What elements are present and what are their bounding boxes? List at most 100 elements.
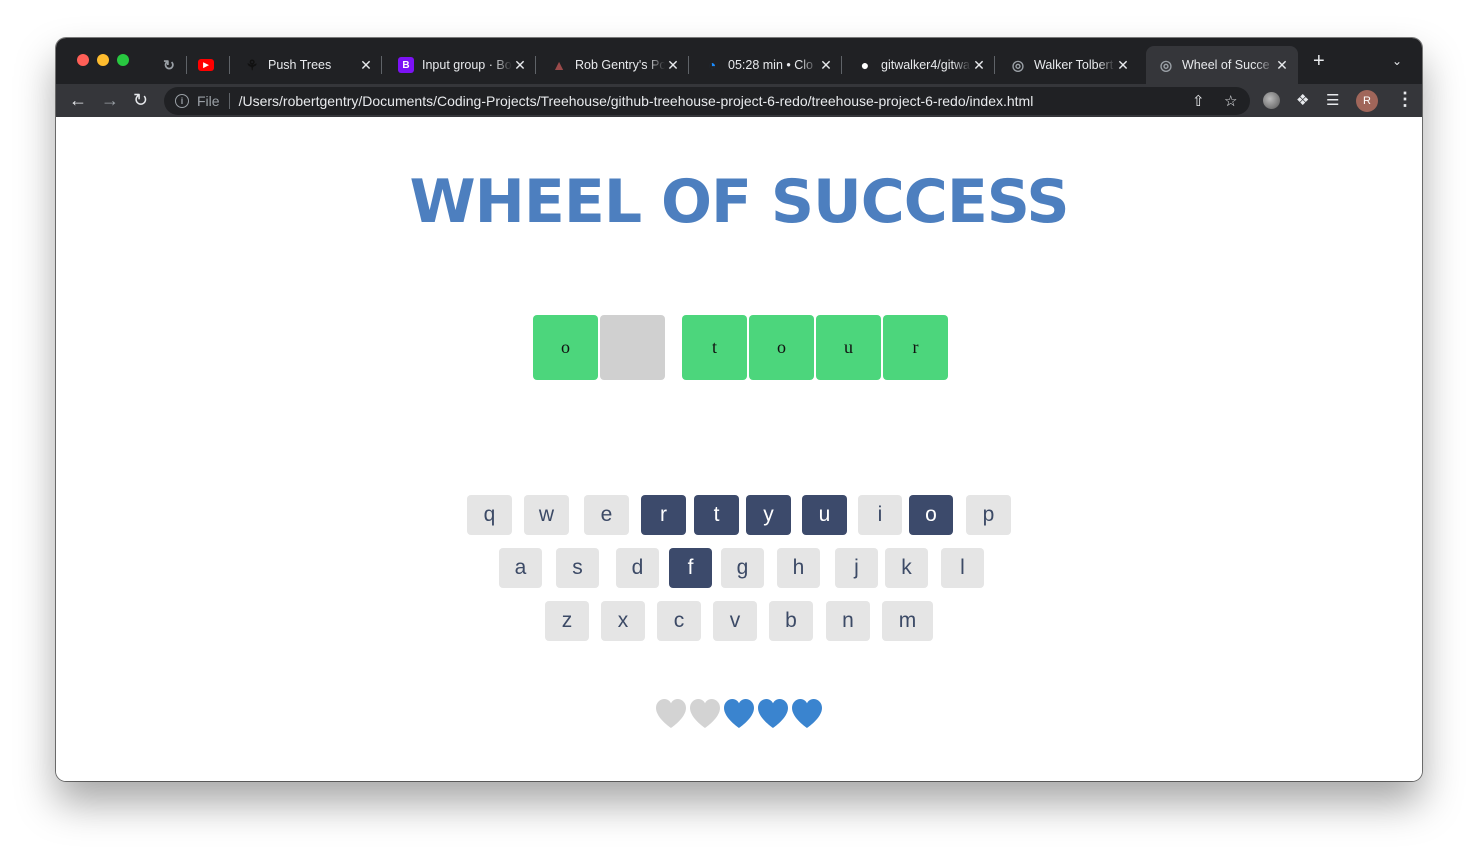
phrase-letter-revealed: r (883, 315, 948, 380)
key-z-button[interactable]: z (545, 601, 589, 641)
key-g-button[interactable]: g (721, 548, 764, 588)
forward-arrow-icon[interactable]: → (101, 90, 119, 110)
close-tab-icon[interactable]: ✕ (971, 57, 987, 74)
minimize-window-button[interactable] (97, 54, 109, 66)
avatar[interactable]: R (1356, 90, 1378, 112)
youtube-icon: ▶ (198, 59, 214, 71)
portfolio-icon: ▲ (552, 57, 566, 73)
key-d-button[interactable]: d (616, 548, 659, 588)
tab-title: Walker Tolbert | (1034, 58, 1115, 72)
tab-2[interactable]: ⚘ Push Trees ✕ (236, 46, 382, 84)
scheme-label: File (197, 93, 220, 109)
key-i-button[interactable]: i (858, 495, 902, 535)
tab-6[interactable]: ● gitwalker4/gitwa ✕ (849, 46, 995, 84)
omnibox-divider (228, 93, 230, 109)
phrase-letter-revealed: t (682, 315, 747, 380)
tab-separator (841, 56, 842, 74)
menu-kebab-icon[interactable]: ⋮ (1396, 89, 1414, 110)
key-q-button[interactable]: q (467, 495, 512, 535)
tab-strip: ↻ ▶ ⚘ Push Trees ✕ B Input group · Bo ✕ ▲ Rob Gen… (56, 38, 1422, 84)
key-j-button[interactable]: j (835, 548, 878, 588)
key-m-button[interactable]: m (882, 601, 933, 641)
reload-icon[interactable]: ↻ (133, 90, 148, 110)
media-queue-icon[interactable]: ☰ (1326, 91, 1339, 109)
phrase-letter-hidden (600, 315, 665, 380)
browser-toolbar: ← → ↻ i File /Users/robertgentry/Documen… (56, 84, 1422, 117)
key-k-button[interactable]: k (885, 548, 928, 588)
phrase-letter-revealed: o (749, 315, 814, 380)
key-u-button[interactable]: u (802, 495, 847, 535)
tab-7[interactable]: ◎ Walker Tolbert | ✕ (1002, 46, 1139, 84)
tab-separator (994, 56, 995, 74)
tab-4[interactable]: ▲ Rob Gentry's Po ✕ (543, 46, 689, 84)
key-a-button[interactable]: a (499, 548, 542, 588)
key-f-button[interactable]: f (669, 548, 712, 588)
key-e-button[interactable]: e (584, 495, 629, 535)
url-text[interactable]: /Users/robertgentry/Documents/Coding-Pro… (239, 93, 1034, 109)
tab-8[interactable]: ◎ Wheel of Succe ✕ (1146, 46, 1298, 84)
lost-heart-icon (654, 697, 688, 731)
new-tab-button[interactable]: + (1313, 51, 1325, 71)
phrase-letter-revealed: o (533, 315, 598, 380)
tab-3[interactable]: B Input group · Bo ✕ (390, 46, 536, 84)
bootstrap-icon: B (398, 57, 414, 73)
maximize-window-button[interactable] (117, 54, 129, 66)
close-window-button[interactable] (77, 54, 89, 66)
key-w-button[interactable]: w (524, 495, 569, 535)
page-content: WHEEL OF SUCCESS otour qwertyuiop asdfgh… (56, 117, 1422, 781)
tab-separator (381, 56, 382, 74)
bookmark-star-icon[interactable]: ☆ (1224, 92, 1237, 110)
codepen-style-icon: ↻ (163, 56, 175, 73)
live-heart-icon (722, 697, 756, 731)
tab-title: gitwalker4/gitwa (881, 58, 970, 72)
tab-title: Rob Gentry's Po (575, 58, 665, 72)
info-icon[interactable]: i (175, 94, 189, 108)
page-title: WHEEL OF SUCCESS (409, 167, 1069, 237)
close-tab-icon[interactable]: ✕ (818, 57, 834, 74)
live-heart-icon (790, 697, 824, 731)
key-n-button[interactable]: n (826, 601, 870, 641)
tab-0[interactable]: ↻ (153, 46, 187, 84)
key-b-button[interactable]: b (769, 601, 813, 641)
close-tab-icon[interactable]: ✕ (1115, 57, 1131, 74)
globe-icon: ◎ (1011, 56, 1025, 73)
phrase-letter-revealed: u (816, 315, 881, 380)
tab-title: Input group · Bo (422, 58, 512, 72)
tab-1[interactable]: ▶ (190, 46, 230, 84)
key-v-button[interactable]: v (713, 601, 757, 641)
globe-icon: ◎ (1159, 56, 1173, 73)
close-tab-icon[interactable]: ✕ (665, 57, 681, 74)
github-icon: ● (860, 57, 870, 73)
key-s-button[interactable]: s (556, 548, 599, 588)
key-h-button[interactable]: h (777, 548, 820, 588)
extensions-puzzle-icon[interactable]: ❖ (1296, 91, 1309, 109)
live-heart-icon (756, 697, 790, 731)
clock-icon: ◔ (707, 57, 717, 73)
key-c-button[interactable]: c (657, 601, 701, 641)
key-r-button[interactable]: r (641, 495, 686, 535)
browser-window: ↻ ▶ ⚘ Push Trees ✕ B Input group · Bo ✕ ▲ Rob Gen… (56, 38, 1422, 781)
lost-heart-icon (688, 697, 722, 731)
address-bar[interactable]: i File /Users/robertgentry/Documents/Cod… (164, 87, 1250, 115)
tab-separator (186, 56, 187, 74)
key-p-button[interactable]: p (966, 495, 1011, 535)
tab-5[interactable]: ◔ 05:28 min • Clo ✕ (696, 46, 842, 84)
key-l-button[interactable]: l (941, 548, 984, 588)
key-o-button[interactable]: o (909, 495, 953, 535)
close-tab-icon[interactable]: ✕ (512, 57, 528, 74)
close-tab-icon[interactable]: ✕ (1274, 57, 1290, 74)
extension-circle-icon[interactable] (1263, 92, 1280, 109)
share-icon[interactable]: ⇧ (1192, 92, 1205, 110)
back-arrow-icon[interactable]: ← (69, 90, 87, 110)
key-y-button[interactable]: y (746, 495, 791, 535)
key-x-button[interactable]: x (601, 601, 645, 641)
tab-separator (688, 56, 689, 74)
tree-icon: ⚘ (245, 56, 259, 73)
tab-separator (535, 56, 536, 74)
tab-title: Push Trees (268, 58, 332, 72)
tab-separator (229, 56, 230, 74)
tab-title: 05:28 min • Clo (728, 58, 813, 72)
key-t-button[interactable]: t (694, 495, 739, 535)
close-tab-icon[interactable]: ✕ (358, 57, 374, 74)
tab-search-chevron-icon[interactable]: ⌄ (1392, 54, 1402, 68)
